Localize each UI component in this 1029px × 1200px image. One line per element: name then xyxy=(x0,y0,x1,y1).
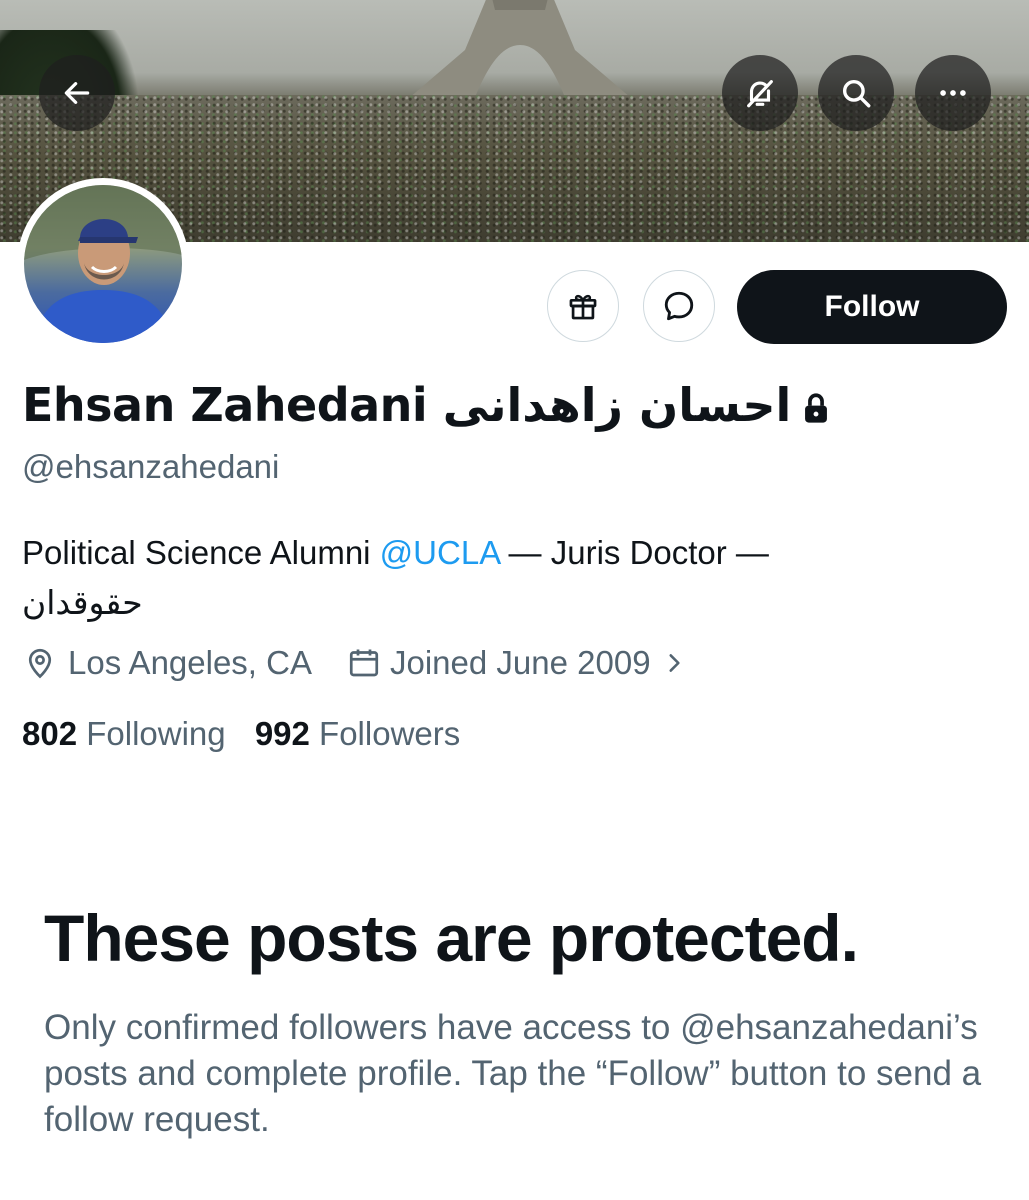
display-name-row: Ehsan Zahedani احسان زاهدانی xyxy=(22,378,831,436)
location-text: Los Angeles, CA xyxy=(68,644,312,681)
more-button[interactable] xyxy=(915,55,991,131)
search-button[interactable] xyxy=(818,55,894,131)
location-pin-icon xyxy=(28,648,52,679)
following-link[interactable]: 802 Following xyxy=(22,715,226,752)
chevron-right-icon xyxy=(669,654,680,672)
profile-meta: Los Angeles, CA Joined June 2009 xyxy=(22,644,687,682)
gift-icon xyxy=(569,294,597,320)
joined-date[interactable]: Joined June 2009 xyxy=(346,644,687,682)
follow-counts: 802 Following 992 Followers xyxy=(22,715,460,753)
avatar[interactable] xyxy=(24,185,182,343)
gift-button[interactable] xyxy=(547,270,619,342)
arrow-left-icon xyxy=(64,82,90,104)
protected-title: These posts are protected. xyxy=(44,901,859,975)
calendar-icon xyxy=(349,649,379,677)
bio-text-suffix: — Juris Doctor — xyxy=(499,534,769,571)
bio-persian-text: حقوقدان xyxy=(22,584,143,621)
profile-bio: Political Science Alumni @UCLA — Juris D… xyxy=(22,528,1002,628)
notifications-button[interactable] xyxy=(722,55,798,131)
search-icon xyxy=(842,79,871,108)
following-label: Following xyxy=(86,715,226,752)
followers-count: 992 xyxy=(254,715,310,752)
message-bubble-icon xyxy=(664,291,694,321)
followers-label: Followers xyxy=(319,715,461,752)
message-button[interactable] xyxy=(643,270,715,342)
avatar-photo xyxy=(24,185,182,343)
location: Los Angeles, CA xyxy=(22,644,312,682)
protected-message: Only confirmed followers have access to … xyxy=(44,1008,982,1139)
joined-text: Joined June 2009 xyxy=(390,644,651,681)
bell-slash-icon xyxy=(747,80,773,108)
back-button[interactable] xyxy=(39,55,115,131)
more-dots-icon xyxy=(940,90,966,96)
follow-button[interactable]: Follow xyxy=(737,270,1007,344)
followers-link[interactable]: 992 Followers xyxy=(255,715,460,752)
display-name: Ehsan Zahedani احسان زاهدانی xyxy=(22,378,792,432)
lock-icon xyxy=(801,382,831,436)
bio-mention-link[interactable]: @UCLA xyxy=(380,534,500,571)
bio-text: Political Science Alumni xyxy=(22,534,380,571)
user-handle: @ehsanzahedani xyxy=(22,448,280,485)
banner-tower xyxy=(395,0,645,110)
following-count: 802 xyxy=(22,715,78,752)
